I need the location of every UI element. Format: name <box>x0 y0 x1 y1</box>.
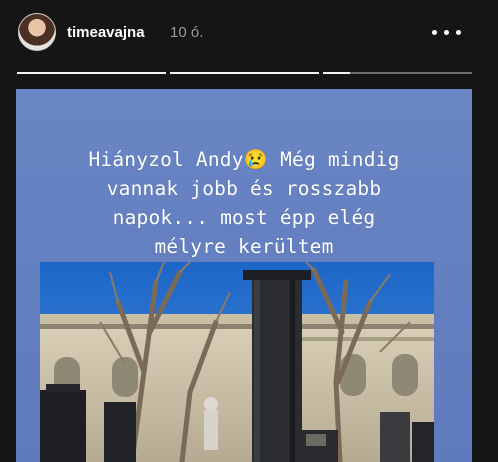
progress-segment-2 <box>170 72 319 74</box>
username[interactable]: timeavajna <box>67 24 145 41</box>
progress-segment-3 <box>323 72 472 74</box>
progress-segment-1 <box>17 72 166 74</box>
cemetery-photo <box>40 262 434 462</box>
progress-fill-2 <box>170 72 319 74</box>
more-horizontal-icon[interactable] <box>432 30 462 36</box>
progress-fill-3 <box>323 72 350 74</box>
story-header: timeavajna 10 ó. <box>0 0 498 62</box>
avatar[interactable] <box>18 13 56 51</box>
story-caption: Hiányzol Andy😢 Még mindig vannak jobb és… <box>88 148 400 258</box>
story-content[interactable]: Hiányzol Andy😢 Még mindig vannak jobb és… <box>16 89 472 462</box>
progress-fill-1 <box>17 72 166 74</box>
timestamp: 10 ó. <box>170 24 204 41</box>
